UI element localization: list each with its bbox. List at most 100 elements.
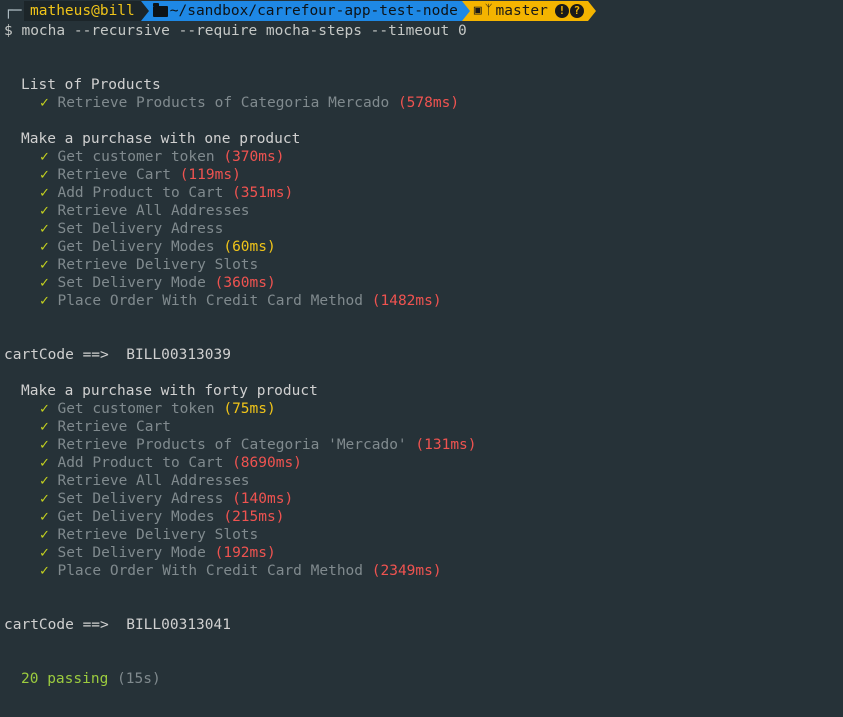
check-icon: ✓ bbox=[40, 437, 49, 453]
console-output: cartCode ==> BILL00313039 bbox=[4, 347, 231, 363]
test-name: Retrieve Cart bbox=[57, 167, 171, 183]
test-row: ✓ Get customer token (370ms) bbox=[4, 148, 843, 166]
check-icon: ✓ bbox=[40, 491, 49, 507]
test-duration: (131ms) bbox=[415, 437, 477, 453]
test-row: ✓ Retrieve Products of Categoria Mercado… bbox=[4, 94, 843, 112]
test-row: ✓ Get customer token (75ms) bbox=[4, 400, 843, 418]
test-name: Get Delivery Modes bbox=[57, 239, 215, 255]
check-icon: ✓ bbox=[40, 239, 49, 255]
check-icon: ✓ bbox=[40, 527, 49, 543]
test-duration: (2349ms) bbox=[371, 563, 442, 579]
powerline-separator bbox=[140, 1, 149, 21]
test-duration: (215ms) bbox=[223, 509, 285, 525]
prompt-user-host: matheus@bill bbox=[24, 1, 141, 21]
test-duration: (119ms) bbox=[179, 167, 241, 183]
test-name: Retrieve All Addresses bbox=[57, 473, 250, 489]
test-row: ✓ Set Delivery Mode (192ms) bbox=[4, 544, 843, 562]
test-duration: (1482ms) bbox=[371, 293, 442, 309]
test-row: ✓ Get Delivery Modes (60ms) bbox=[4, 238, 843, 256]
check-icon: ✓ bbox=[40, 185, 49, 201]
powerline-separator bbox=[587, 1, 596, 21]
test-duration: (578ms) bbox=[397, 95, 460, 111]
check-icon: ✓ bbox=[40, 149, 49, 165]
git-branch-name: master bbox=[495, 3, 548, 19]
test-duration: (351ms) bbox=[232, 185, 294, 201]
check-icon: ✓ bbox=[40, 509, 49, 525]
test-name: Place Order With Credit Card Method bbox=[57, 563, 364, 579]
prompt-path: ~/sandbox/carrefour-app-test-node bbox=[169, 3, 458, 19]
test-row: ✓ Get Delivery Modes (215ms) bbox=[4, 508, 843, 526]
suite-title: Make a purchase with one product bbox=[21, 131, 301, 147]
test-name: Retrieve Delivery Slots bbox=[57, 257, 259, 273]
check-icon: ✓ bbox=[40, 473, 49, 489]
git-untracked-badge: ? bbox=[569, 4, 584, 18]
git-dirty-badge: ! bbox=[554, 4, 569, 18]
total-duration: (15s) bbox=[117, 671, 161, 687]
prompt-git-segment: ▣ ᛉ master ! ? bbox=[469, 1, 588, 21]
test-name: Add Product to Cart bbox=[57, 455, 224, 471]
check-icon: ✓ bbox=[40, 401, 49, 417]
test-row: ✓ Add Product to Cart (351ms) bbox=[4, 184, 843, 202]
command-name: mocha bbox=[21, 23, 66, 39]
powerline-separator bbox=[461, 1, 470, 21]
test-row: ✓ Retrieve Delivery Slots bbox=[4, 256, 843, 274]
suite-title: Make a purchase with forty product bbox=[21, 383, 318, 399]
test-duration: (192ms) bbox=[214, 545, 276, 561]
test-name: Place Order With Credit Card Method bbox=[57, 293, 364, 309]
check-icon: ✓ bbox=[40, 545, 49, 561]
git-branch-icon: ᛉ bbox=[484, 3, 493, 18]
test-name: Set Delivery Mode bbox=[57, 545, 206, 561]
test-row: ✓ Set Delivery Mode (360ms) bbox=[4, 274, 843, 292]
test-name: Retrieve Products of Categoria Mercado bbox=[57, 95, 390, 111]
prompt-dollar: $ bbox=[4, 23, 13, 39]
check-icon: ✓ bbox=[40, 419, 49, 435]
check-icon: ✓ bbox=[40, 455, 49, 471]
shell-prompt: ┌─ matheus@bill ~/sandbox/carrefour-app-… bbox=[4, 0, 843, 22]
test-row: ✓ Retrieve Cart bbox=[4, 418, 843, 436]
test-name: Get Delivery Modes bbox=[57, 509, 215, 525]
test-duration: (370ms) bbox=[223, 149, 285, 165]
test-row: ✓ Retrieve Cart (119ms) bbox=[4, 166, 843, 184]
test-name: Get customer token bbox=[57, 149, 215, 165]
console-output: cartCode ==> BILL00313041 bbox=[4, 617, 231, 633]
test-duration: (60ms) bbox=[223, 239, 276, 255]
test-duration: (75ms) bbox=[223, 401, 276, 417]
test-row: ✓ Set Delivery Adress (140ms) bbox=[4, 490, 843, 508]
test-row: ✓ Place Order With Credit Card Method (2… bbox=[4, 562, 843, 580]
test-name: Retrieve All Addresses bbox=[57, 203, 250, 219]
check-icon: ✓ bbox=[40, 275, 49, 291]
test-name: Set Delivery Adress bbox=[57, 491, 224, 507]
test-row: ✓ Add Product to Cart (8690ms) bbox=[4, 454, 843, 472]
test-name: Add Product to Cart bbox=[57, 185, 224, 201]
check-icon: ✓ bbox=[40, 95, 49, 111]
check-icon: ✓ bbox=[40, 203, 49, 219]
check-icon: ✓ bbox=[40, 257, 49, 273]
test-row: ✓ Retrieve Delivery Slots bbox=[4, 526, 843, 544]
test-name: Get customer token bbox=[57, 401, 215, 417]
terminal-window[interactable]: ┌─ matheus@bill ~/sandbox/carrefour-app-… bbox=[0, 0, 843, 717]
check-icon: ✓ bbox=[40, 221, 49, 237]
test-row: ✓ Place Order With Credit Card Method (1… bbox=[4, 292, 843, 310]
check-icon: ✓ bbox=[40, 563, 49, 579]
test-row: ✓ Retrieve All Addresses bbox=[4, 472, 843, 490]
test-name: Retrieve Cart bbox=[57, 419, 171, 435]
test-summary: 20 passing (15s) bbox=[4, 670, 843, 688]
prompt-path-segment: ~/sandbox/carrefour-app-test-node bbox=[148, 1, 462, 21]
check-icon: ✓ bbox=[40, 167, 49, 183]
check-icon: ✓ bbox=[40, 293, 49, 309]
test-name: Set Delivery Mode bbox=[57, 275, 206, 291]
command-args: --recursive --require mocha-steps --time… bbox=[65, 23, 467, 39]
folder-icon bbox=[152, 2, 168, 17]
test-row: ✓ Retrieve Products of Categoria 'Mercad… bbox=[4, 436, 843, 454]
test-duration: (360ms) bbox=[214, 275, 276, 291]
suite-title: List of Products bbox=[21, 77, 161, 93]
test-row: ✓ Set Delivery Adress bbox=[4, 220, 843, 238]
test-duration: (140ms) bbox=[232, 491, 294, 507]
passing-count: 20 passing bbox=[21, 671, 109, 687]
test-name: Retrieve Delivery Slots bbox=[57, 527, 259, 543]
test-duration: (8690ms) bbox=[232, 455, 302, 471]
command-line: $ mocha --recursive --require mocha-step… bbox=[4, 22, 843, 40]
test-name: Set Delivery Adress bbox=[57, 221, 224, 237]
test-name: Retrieve Products of Categoria 'Mercado' bbox=[57, 437, 407, 453]
test-row: ✓ Retrieve All Addresses bbox=[4, 202, 843, 220]
